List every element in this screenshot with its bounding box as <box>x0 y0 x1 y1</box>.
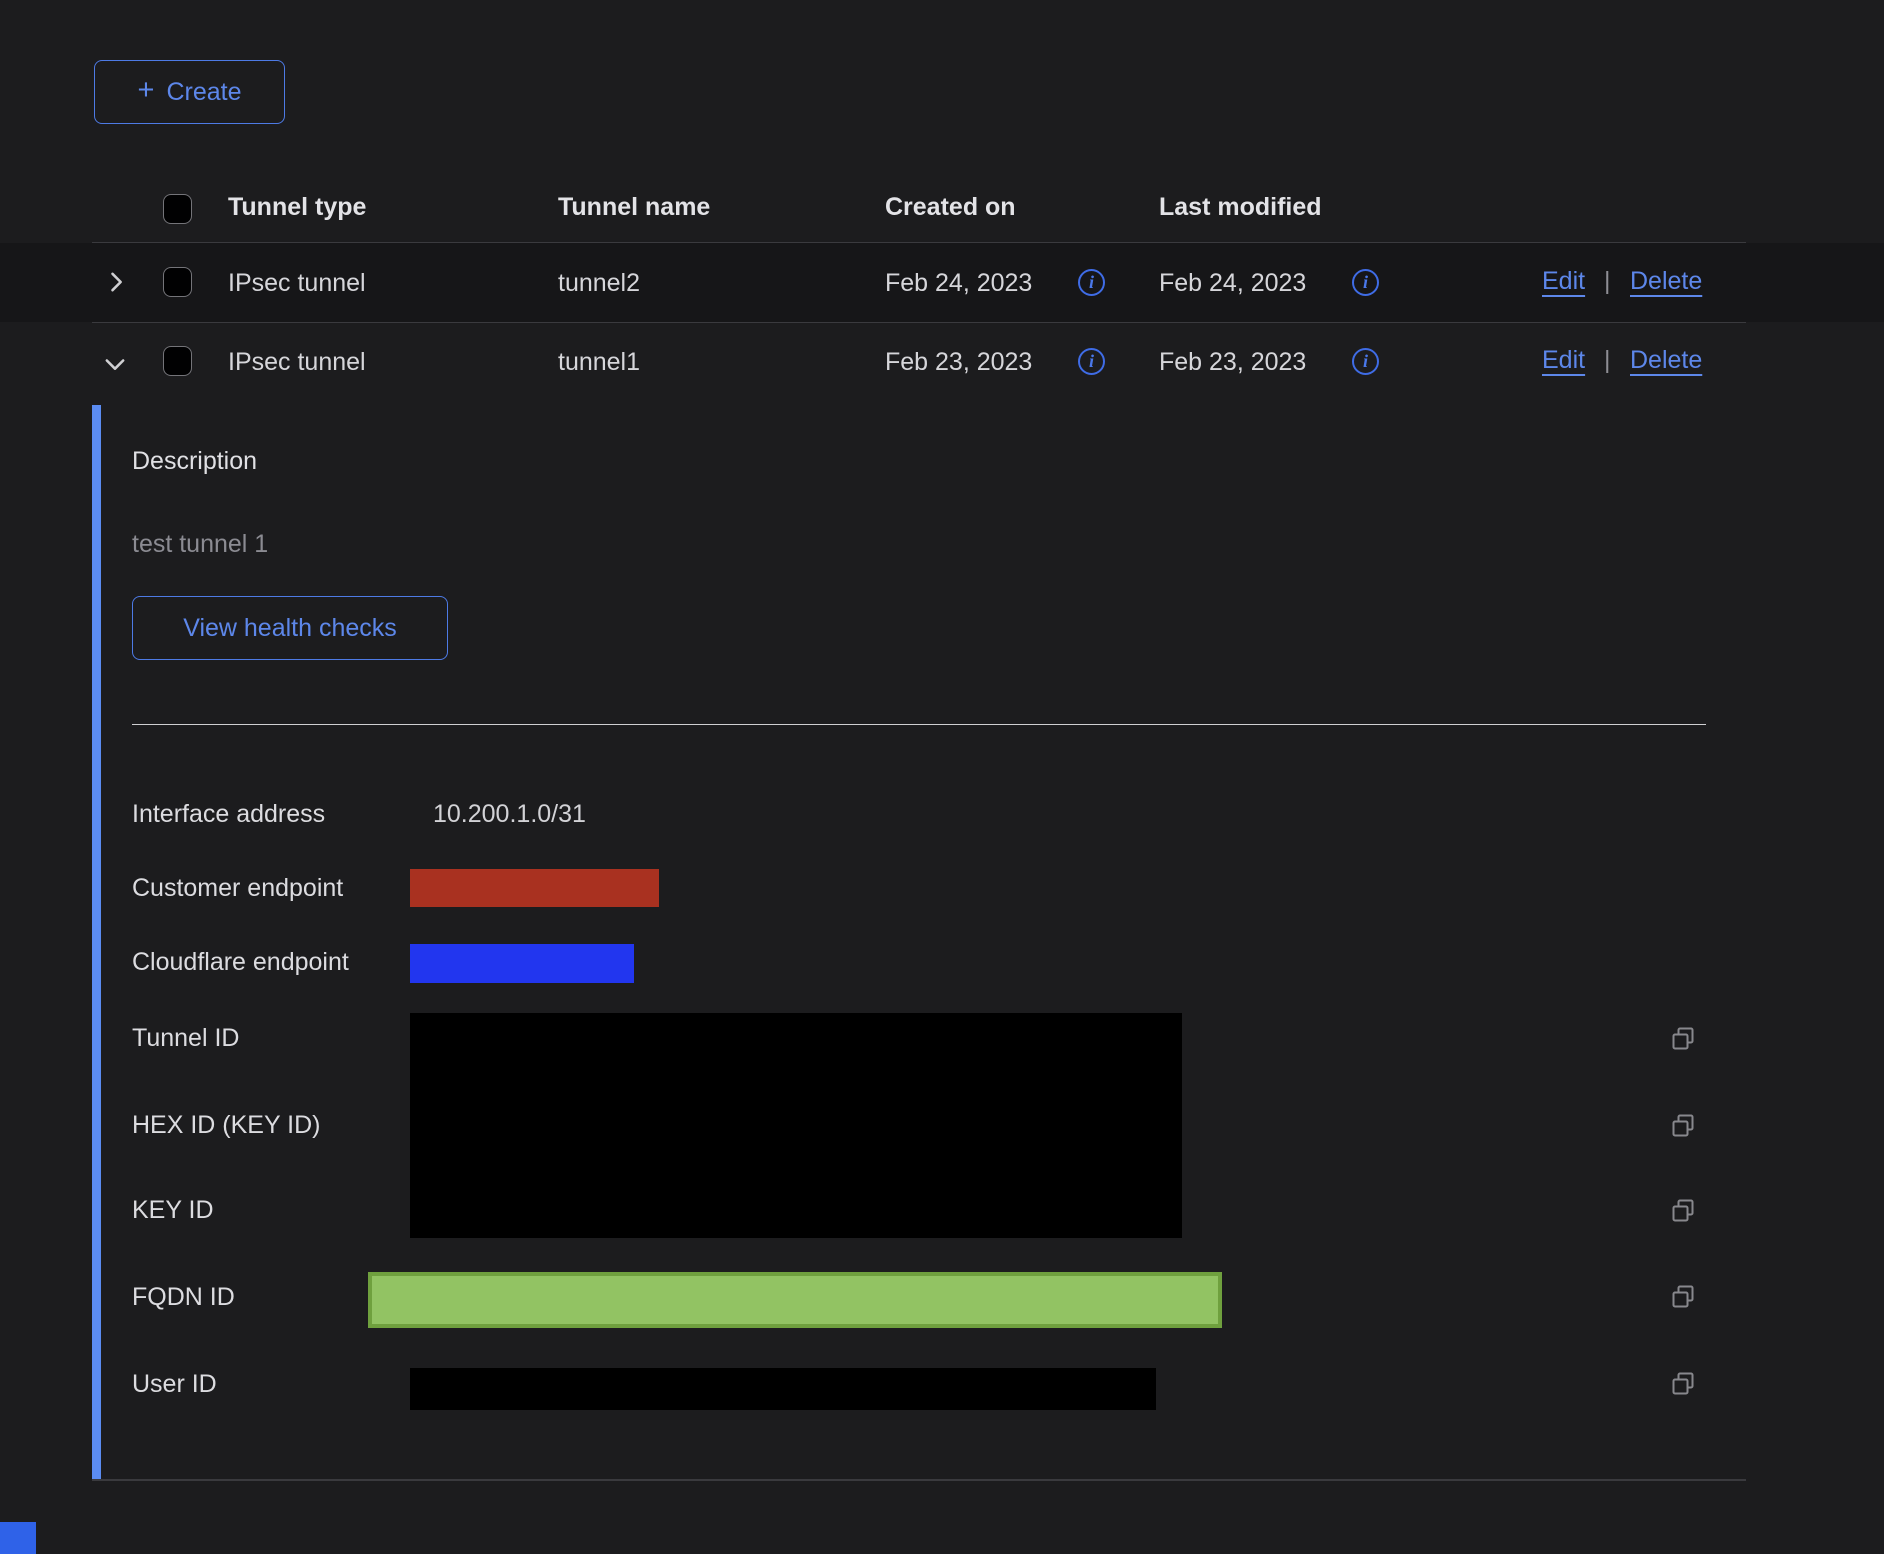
created-on-cell: Feb 23, 2023 <box>885 348 1032 377</box>
description-value: test tunnel 1 <box>132 530 268 559</box>
fqdn-id-label: FQDN ID <box>132 1283 235 1312</box>
detail-divider <box>132 724 1706 725</box>
last-modified-cell: Feb 24, 2023 <box>1159 269 1306 298</box>
interface-address-value: 10.200.1.0/31 <box>433 800 586 829</box>
description-label: Description <box>132 447 257 476</box>
tunnels-page: + Create Tunnel type Tunnel name Created… <box>0 0 1884 1554</box>
copy-icon[interactable] <box>1670 1026 1696 1052</box>
fqdn-id-redaction <box>368 1272 1222 1328</box>
delete-link[interactable]: Delete <box>1630 346 1702 375</box>
info-icon[interactable]: i <box>1078 348 1105 375</box>
column-header-created-on: Created on <box>885 193 1016 222</box>
customer-endpoint-redaction <box>410 869 659 907</box>
edit-link[interactable]: Edit <box>1542 267 1585 296</box>
copy-icon[interactable] <box>1670 1198 1696 1224</box>
view-health-checks-button[interactable]: View health checks <box>132 596 448 660</box>
expanded-row-accent-bar <box>92 405 101 1480</box>
row-divider <box>92 322 1746 323</box>
chevron-right-icon[interactable] <box>102 268 130 296</box>
select-all-checkbox[interactable] <box>163 194 192 224</box>
customer-endpoint-label: Customer endpoint <box>132 874 343 903</box>
created-on-cell: Feb 24, 2023 <box>885 269 1032 298</box>
copy-icon[interactable] <box>1670 1113 1696 1139</box>
interface-address-label: Interface address <box>132 800 325 829</box>
plus-icon: + <box>138 76 155 105</box>
cloudflare-endpoint-label: Cloudflare endpoint <box>132 948 349 977</box>
info-icon[interactable]: i <box>1352 269 1379 296</box>
tunnel-id-label: Tunnel ID <box>132 1024 239 1053</box>
create-button-label: Create <box>166 78 241 107</box>
tunnel-name-cell: tunnel1 <box>558 348 640 377</box>
edit-link[interactable]: Edit <box>1542 346 1585 375</box>
action-separator: | <box>1604 346 1611 375</box>
action-separator: | <box>1604 267 1611 296</box>
row-checkbox[interactable] <box>163 346 192 376</box>
info-icon[interactable]: i <box>1352 348 1379 375</box>
cloudflare-endpoint-redaction <box>410 944 634 983</box>
user-id-redaction <box>410 1368 1156 1410</box>
tunnel-type-cell: IPsec tunnel <box>228 269 366 298</box>
view-health-checks-label: View health checks <box>183 614 397 643</box>
delete-link[interactable]: Delete <box>1630 267 1702 296</box>
tunnel-ids-redaction <box>410 1013 1182 1238</box>
copy-icon[interactable] <box>1670 1371 1696 1397</box>
row-checkbox[interactable] <box>163 267 192 297</box>
copy-icon[interactable] <box>1670 1284 1696 1310</box>
column-header-last-modified: Last modified <box>1159 193 1322 222</box>
create-button[interactable]: + Create <box>94 60 285 124</box>
key-id-label: KEY ID <box>132 1196 214 1225</box>
hex-id-label: HEX ID (KEY ID) <box>132 1111 320 1140</box>
info-icon[interactable]: i <box>1078 269 1105 296</box>
column-header-tunnel-name: Tunnel name <box>558 193 710 222</box>
chevron-down-icon[interactable] <box>100 350 130 378</box>
tunnel-type-cell: IPsec tunnel <box>228 348 366 377</box>
partial-blue-element <box>0 1522 36 1554</box>
user-id-label: User ID <box>132 1370 217 1399</box>
last-modified-cell: Feb 23, 2023 <box>1159 348 1306 377</box>
column-header-tunnel-type: Tunnel type <box>228 193 366 222</box>
expanded-row-bottom-divider <box>92 1479 1746 1481</box>
tunnel-name-cell: tunnel2 <box>558 269 640 298</box>
